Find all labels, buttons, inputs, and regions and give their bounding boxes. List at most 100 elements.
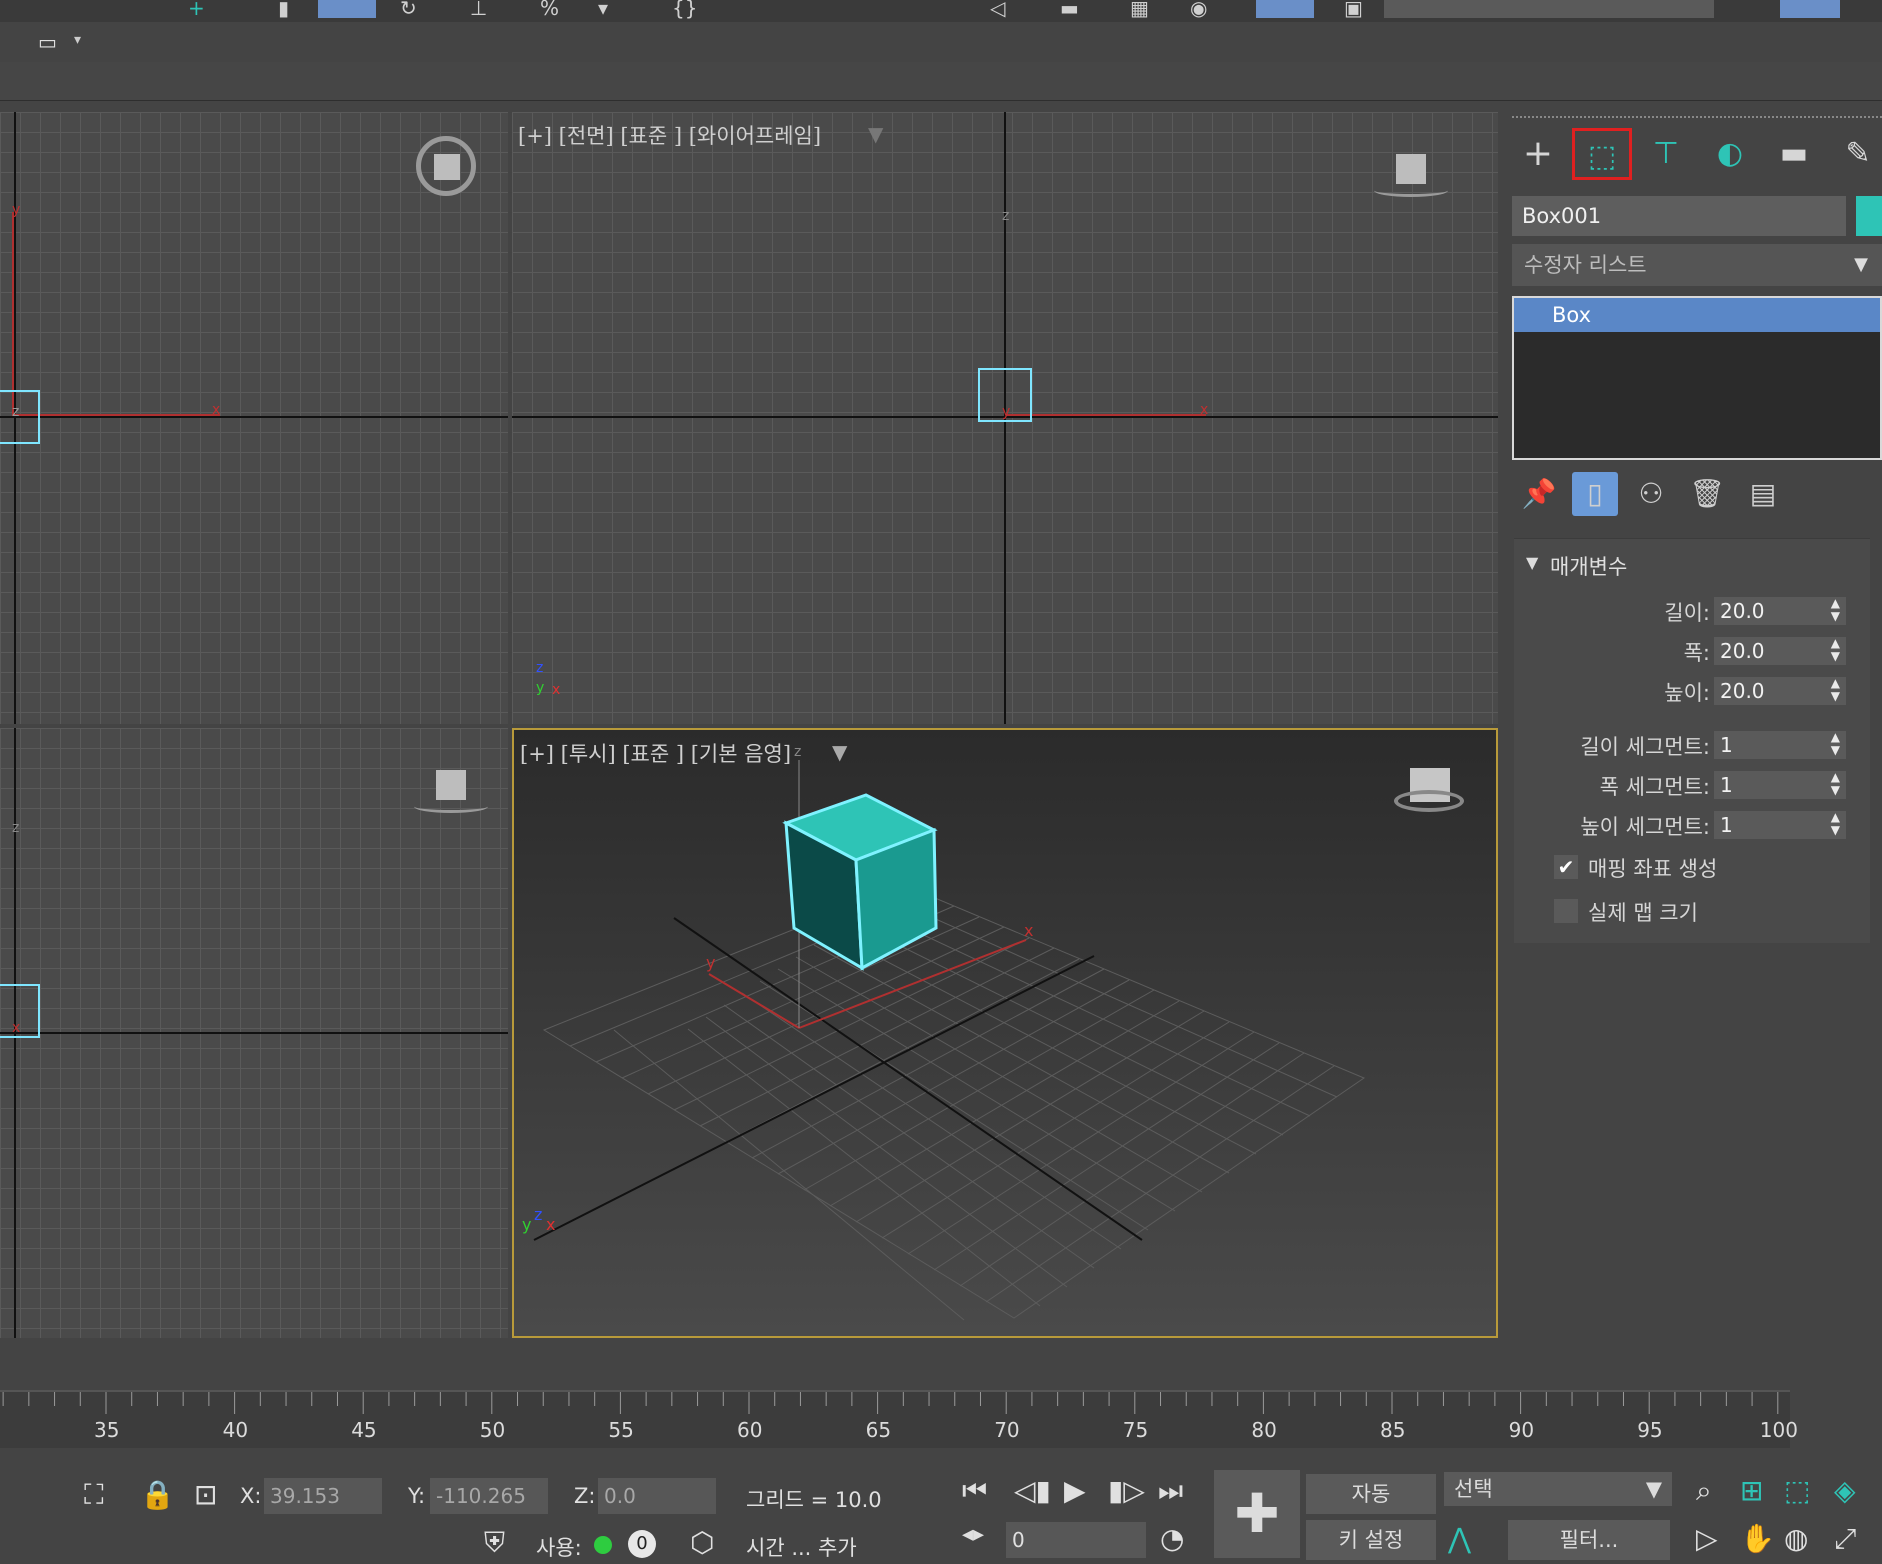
zoom-extents-icon[interactable]: ⬚ — [1784, 1474, 1810, 1507]
timeline-track[interactable]: 35 40 45 50 55 60 65 70 75 80 85 90 95 100 — [0, 1390, 1798, 1448]
height-spinner[interactable]: 20.0 ▲ ▼ — [1714, 677, 1846, 705]
orbit-icon[interactable]: ◍ — [1784, 1522, 1808, 1555]
chevron-down-icon[interactable]: ▾ — [74, 32, 81, 48]
dropdown-arrow-icon[interactable]: ▾ — [598, 0, 608, 18]
length-spinner[interactable]: 20.0 ▲ ▼ — [1714, 597, 1846, 625]
width-segs-spinner[interactable]: 1 ▲ ▼ — [1714, 771, 1846, 799]
zoom-all-icon[interactable]: ⊞ — [1740, 1474, 1763, 1507]
render-button[interactable] — [1780, 0, 1840, 18]
modifier-stack[interactable]: Box — [1512, 296, 1882, 460]
box-selection[interactable] — [0, 390, 40, 444]
width-label: 폭: — [1683, 641, 1710, 665]
object-name-field[interactable]: Box001 — [1512, 196, 1846, 236]
modify-tab-icon[interactable]: ⬚ — [1572, 128, 1632, 180]
cube-icon[interactable]: ⬡ — [690, 1526, 714, 1559]
mirror-icon[interactable]: ◁ — [990, 0, 1005, 18]
lock-icon[interactable]: 🔒 — [140, 1478, 175, 1511]
stack-item-box[interactable]: Box — [1514, 298, 1880, 332]
isolate-selection-icon[interactable]: ⛶ — [84, 1478, 104, 1512]
viewcube-icon[interactable] — [436, 770, 466, 800]
utilities-tab-icon[interactable]: ✎ — [1828, 128, 1882, 180]
create-tab-icon[interactable]: + — [1508, 128, 1568, 180]
align-icon[interactable]: ▬ — [1060, 0, 1079, 18]
material-editor-icon[interactable]: ▣ — [1344, 0, 1363, 18]
current-frame-field[interactable]: 0 — [1006, 1522, 1146, 1558]
enabled-count-badge: 0 — [628, 1530, 656, 1558]
layer-icon[interactable]: ▦ — [1130, 0, 1149, 18]
viewport-label[interactable]: [+] [전면] [표준 ] [와이어프레임] — [518, 120, 821, 150]
scale-icon[interactable]: ⊥ — [470, 0, 487, 18]
spinner-arrows-icon[interactable]: ▲ ▼ — [1831, 771, 1840, 797]
time-config-icon[interactable]: ◔ — [1160, 1522, 1184, 1555]
viewport-perspective[interactable]: [+] [투시] [표준 ] [기본 음영] ▼ y x z y z x — [512, 728, 1498, 1338]
go-to-end-icon[interactable]: ⏭ — [1158, 1474, 1183, 1508]
viewport-top[interactable]: y x z — [0, 112, 508, 724]
key-filters-button[interactable]: 필터... — [1508, 1520, 1670, 1560]
viewcube-ring — [414, 800, 488, 813]
box-selection[interactable] — [978, 368, 1032, 422]
rotate-icon[interactable]: ↻ — [400, 0, 417, 18]
named-selection-field[interactable] — [1384, 0, 1714, 18]
width-spinner[interactable]: 20.0 ▲ ▼ — [1714, 637, 1846, 665]
gizmo-z: z — [534, 1205, 542, 1224]
collapse-arrow-icon[interactable]: ▼ — [1526, 553, 1538, 572]
curve-editor-icon[interactable]: ◉ — [1190, 0, 1207, 18]
make-unique-icon[interactable]: ⚇ — [1628, 472, 1674, 516]
spinner-arrows-icon[interactable]: ▲ ▼ — [1831, 637, 1840, 663]
parameters-title[interactable]: 매개변수 — [1550, 551, 1627, 581]
z-coordinate-field[interactable]: 0.0 — [598, 1478, 716, 1514]
chat-icon[interactable]: ▭ — [38, 30, 57, 54]
remove-modifier-icon[interactable]: 🗑 — [1684, 472, 1730, 516]
real-world-checkbox[interactable] — [1554, 899, 1578, 923]
percent-snap-icon[interactable]: % — [540, 0, 559, 18]
pin-stack-icon[interactable]: 📌 — [1516, 472, 1562, 516]
timeline-tick-label: 80 — [1251, 1418, 1277, 1442]
create-icon[interactable]: + — [188, 0, 205, 18]
pan-icon[interactable]: ✋ — [1740, 1522, 1775, 1555]
play-icon[interactable]: ▶ — [1064, 1474, 1086, 1507]
brackets-icon[interactable]: {} — [672, 0, 697, 18]
viewport-front[interactable]: [+] [전면] [표준 ] [와이어프레임] ▼ x z y z y x — [512, 112, 1498, 724]
length-segs-spinner[interactable]: 1 ▲ ▼ — [1714, 731, 1846, 759]
box-object[interactable] — [782, 793, 938, 971]
go-to-start-icon[interactable]: ⏮ — [962, 1474, 987, 1508]
zoom-icon[interactable]: ⌕ — [1696, 1474, 1712, 1508]
prev-frame-icon[interactable]: ◁▮ — [1014, 1474, 1051, 1507]
hierarchy-tab-icon[interactable]: ⊤ — [1636, 128, 1696, 180]
spinner-arrows-icon[interactable]: ▲ ▼ — [1831, 597, 1840, 623]
spinner-arrows-icon[interactable]: ▲ ▼ — [1831, 811, 1840, 837]
zoom-extents-all-icon[interactable]: ◈ — [1834, 1474, 1856, 1507]
axis-z-label: z — [794, 744, 801, 760]
modifier-list-dropdown[interactable]: 수정자 리스트 ▼ — [1512, 244, 1882, 286]
motion-tab-icon[interactable]: ◐ — [1700, 128, 1760, 180]
key-mode-icon[interactable]: ◂▸ — [962, 1522, 984, 1547]
selection-dropdown[interactable]: 선택 ▼ — [1444, 1472, 1672, 1506]
y-coordinate-field[interactable]: -110.265 — [430, 1478, 548, 1514]
viewcube-icon[interactable] — [1396, 154, 1426, 184]
spinner-arrows-icon[interactable]: ▲ ▼ — [1831, 677, 1840, 703]
filter-icon[interactable]: ▼ — [868, 122, 883, 146]
absolute-mode-icon[interactable]: ⊡ — [194, 1478, 217, 1511]
box-selection[interactable] — [0, 984, 40, 1038]
schematic-view-button[interactable] — [1256, 0, 1314, 18]
key-tangent-icon[interactable]: ⋀ — [1448, 1522, 1471, 1555]
viewport-left[interactable]: z x — [0, 728, 508, 1338]
maximize-viewport-icon[interactable]: ⤢ — [1834, 1522, 1856, 1556]
next-frame-icon[interactable]: ▮▷ — [1108, 1474, 1145, 1507]
shield-icon[interactable]: ⛨ — [484, 1526, 505, 1560]
show-end-result-icon[interactable]: ▯ — [1572, 472, 1618, 516]
height-segs-spinner[interactable]: 1 ▲ ▼ — [1714, 811, 1846, 839]
object-color-swatch[interactable] — [1856, 196, 1882, 236]
auto-key-button[interactable]: 자동 — [1306, 1474, 1436, 1514]
set-key-button[interactable]: 키 설정 — [1306, 1520, 1436, 1560]
spinner-arrows-icon[interactable]: ▲ ▼ — [1831, 731, 1840, 757]
selection-filter-field[interactable] — [318, 0, 376, 18]
field-of-view-icon[interactable]: ▷ — [1696, 1522, 1718, 1555]
display-tab-icon[interactable]: ▬ — [1764, 128, 1824, 180]
add-time-tag-label[interactable]: 시간 ... 추가 — [746, 1532, 857, 1562]
set-key-button-icon[interactable]: ✚ — [1214, 1470, 1300, 1558]
configure-sets-icon[interactable]: ▤ — [1740, 472, 1786, 516]
select-icon[interactable]: ▮ — [278, 0, 289, 18]
x-coordinate-field[interactable]: 39.153 — [264, 1478, 382, 1514]
gen-mapping-checkbox[interactable]: ✔ — [1554, 855, 1578, 879]
